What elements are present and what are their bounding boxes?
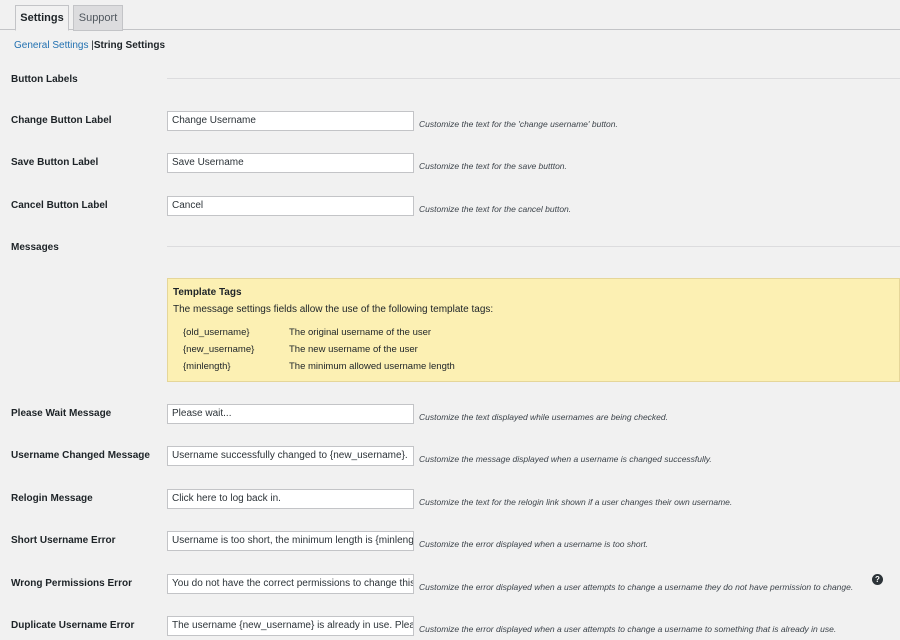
field-label-short-username: Short Username Error	[11, 535, 116, 546]
field-description: Customize the error displayed when a use…	[419, 539, 649, 549]
template-tag: {old_username}	[183, 327, 250, 338]
tab-support[interactable]: Support	[73, 5, 123, 31]
field-label-wrong-permissions: Wrong Permissions Error	[11, 578, 132, 589]
notice-intro: The message settings fields allow the us…	[173, 304, 494, 315]
short-username-error-input[interactable]: Username is too short, the minimum lengt…	[167, 531, 414, 551]
general-settings-link[interactable]: General Settings	[14, 40, 89, 51]
field-label-change-button: Change Button Label	[11, 115, 112, 126]
section-heading-button-labels: Button Labels	[11, 74, 78, 85]
section-divider	[167, 246, 900, 247]
duplicate-username-error-input[interactable]: The username {new_username} is already i…	[167, 616, 414, 636]
field-description: Customize the text displayed while usern…	[419, 412, 668, 422]
tab-settings[interactable]: Settings	[15, 5, 69, 31]
field-description: Customize the text for the save buttton.	[419, 161, 567, 171]
username-changed-message-input[interactable]: Username successfully changed to {new_us…	[167, 446, 414, 466]
field-description: Customize the message displayed when a u…	[419, 454, 712, 464]
field-label-please-wait: Please Wait Message	[11, 408, 112, 419]
notice-title: Template Tags	[173, 287, 242, 298]
cancel-button-label-input[interactable]: Cancel	[167, 196, 414, 216]
field-description: Customize the error displayed when a use…	[419, 582, 854, 592]
tab-bar: Settings Support	[0, 0, 900, 31]
field-label-duplicate-username: Duplicate Username Error	[11, 620, 135, 631]
section-divider	[167, 78, 900, 79]
field-description: Customize the text for the cancel button…	[419, 204, 572, 214]
field-description: Customize the error displayed when a use…	[419, 624, 837, 634]
string-settings-current: String Settings	[93, 40, 166, 51]
field-label-cancel-button: Cancel Button Label	[11, 200, 108, 211]
template-tag: {minlength}	[183, 361, 231, 372]
template-tag: {new_username}	[183, 344, 255, 355]
change-button-label-input[interactable]: Change Username	[167, 111, 414, 131]
field-description: Customize the text for the relogin link …	[419, 497, 733, 507]
save-button-label-input[interactable]: Save Username	[167, 153, 414, 173]
template-tag-description: The original username of the user	[289, 327, 432, 338]
template-tag-description: The minimum allowed username length	[289, 361, 455, 372]
section-heading-messages: Messages	[11, 242, 59, 253]
field-label-username-changed: Username Changed Message	[11, 450, 150, 461]
sub-navigation: General Settings |String Settings	[14, 40, 165, 51]
help-icon[interactable]: ?	[872, 574, 883, 585]
please-wait-message-input[interactable]: Please wait...	[167, 404, 414, 424]
field-description: Customize the text for the 'change usern…	[419, 119, 618, 129]
wrong-permissions-error-input[interactable]: You do not have the correct permissions …	[167, 574, 414, 594]
template-tags-notice: Template Tags The message settings field…	[167, 278, 900, 382]
relogin-message-input[interactable]: Click here to log back in.	[167, 489, 414, 509]
template-tag-description: The new username of the user	[289, 344, 418, 355]
field-label-save-button: Save Button Label	[11, 157, 99, 168]
field-label-relogin: Relogin Message	[11, 493, 93, 504]
